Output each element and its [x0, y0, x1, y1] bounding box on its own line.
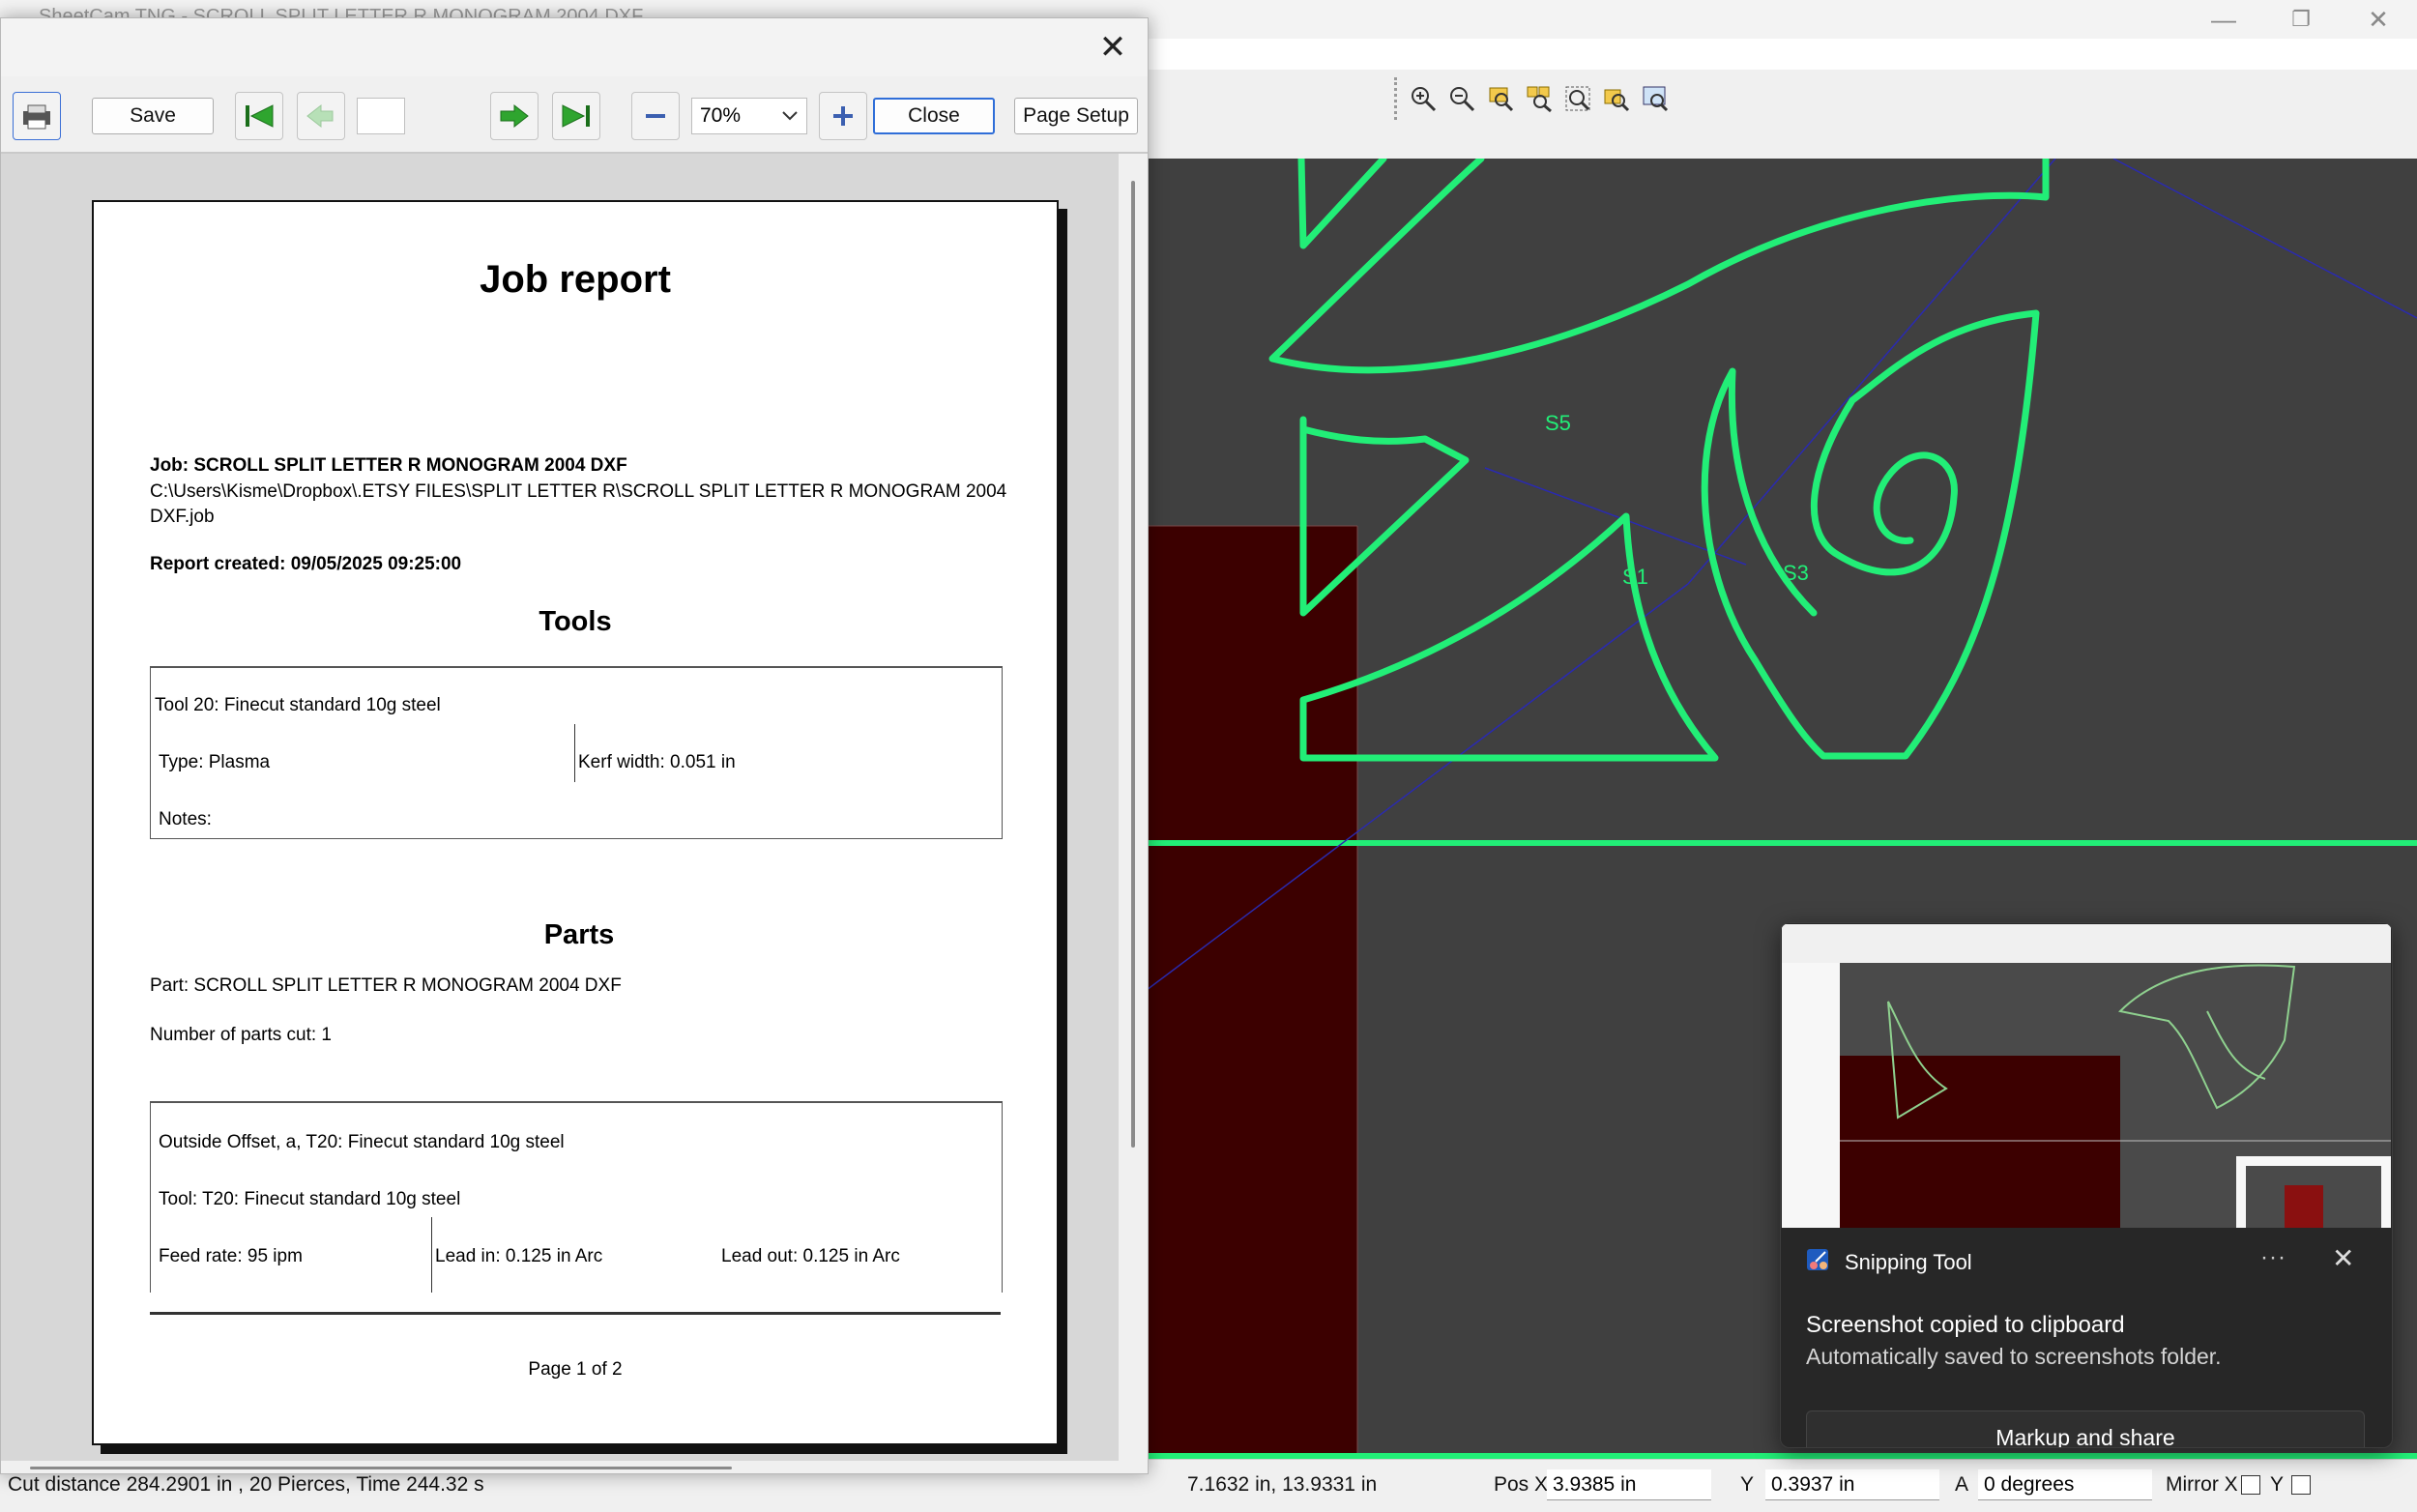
screenshot-thumbnail[interactable] [1782, 924, 2391, 1228]
lead-out: Lead out: 0.125 in Arc [721, 1246, 900, 1266]
snipping-tool-icon [1807, 1249, 1828, 1270]
tool-notes: Notes: [159, 809, 212, 829]
zoom-out-button[interactable] [631, 92, 680, 140]
kerf-width: Kerf width: 0.051 in [578, 752, 736, 772]
chevron-down-icon [782, 111, 798, 121]
tool-table: Tool 20: Finecut standard 10g steel Type… [150, 666, 1003, 839]
toast-body: Automatically saved to screenshots folde… [1806, 1344, 2222, 1369]
part-name: Part: SCROLL SPLIT LETTER R MONOGRAM 200… [150, 975, 622, 996]
start-label-s5: S5 [1545, 411, 1571, 435]
material-sheet [1147, 526, 1357, 1459]
tool-type: Type: Plasma [159, 752, 271, 772]
print-button[interactable] [13, 92, 61, 140]
page-number-input[interactable] [357, 98, 405, 134]
zoom-in-button[interactable] [819, 92, 867, 140]
scrollbar-thumb[interactable] [1131, 181, 1135, 1148]
pos-y-label: Y [1740, 1473, 1755, 1496]
cursor-position-text: 7.1632 in, 13.9331 in [1187, 1473, 1378, 1496]
minimize-button[interactable]: — [2185, 0, 2262, 39]
previous-page-icon [306, 103, 334, 129]
next-page-icon [500, 103, 529, 129]
job-path-line-1: C:\Users\Kisme\Dropbox\.ETSY FILES\SPLIT… [150, 481, 1007, 502]
zoom-level-select[interactable]: 70% [691, 98, 807, 134]
last-page-icon [562, 104, 590, 128]
more-options-icon[interactable]: ··· [2260, 1244, 2286, 1271]
operation-tool: Tool: T20: Finecut standard 10g steel [159, 1189, 461, 1209]
footer-rule [150, 1312, 1001, 1315]
report-page: Job report Job: SCROLL SPLIT LETTER R MO… [92, 200, 1059, 1445]
maximize-button[interactable]: ❐ [2262, 0, 2340, 39]
operation-name: Outside Offset, a, T20: Finecut standard… [159, 1132, 565, 1152]
start-label-s3: S3 [1783, 561, 1809, 585]
preview-vertical-scrollbar[interactable] [1119, 154, 1148, 1461]
pos-x-label: Pos X [1494, 1473, 1549, 1496]
preview-area[interactable]: Job report Job: SCROLL SPLIT LETTER R MO… [1, 154, 1119, 1461]
plus-icon [833, 106, 853, 126]
view-toolbar [1147, 70, 2417, 160]
feed-rate: Feed rate: 95 ipm [159, 1246, 303, 1266]
pos-x-field[interactable] [1547, 1469, 1711, 1500]
mirror-y-label: Y [2270, 1473, 2285, 1496]
close-preview-button[interactable]: Close [873, 98, 995, 134]
printer-icon [23, 104, 50, 130]
column-divider [431, 1217, 432, 1293]
tool-name: Tool 20: Finecut standard 10g steel [155, 695, 441, 715]
toolpath-outlines [1268, 159, 2050, 762]
toast-close-icon[interactable]: ✕ [2332, 1242, 2354, 1274]
preview-horizontal-scrollbar[interactable] [1, 1461, 1148, 1473]
markup-and-share-button[interactable]: Markup and share [1806, 1410, 2365, 1447]
start-label-s1: S1 [1622, 565, 1648, 589]
first-page-icon [246, 104, 274, 128]
job-path-line-2: DXF.job [150, 507, 215, 527]
zoom-parts-icon[interactable] [1523, 82, 1556, 115]
angle-field[interactable] [1978, 1469, 2152, 1500]
angle-label: A [1955, 1473, 1969, 1496]
page-setup-button[interactable]: Page Setup [1014, 98, 1138, 134]
parts-heading: Parts [543, 919, 615, 950]
zoom-fit-icon[interactable] [1561, 82, 1594, 115]
mirror-y-checkbox[interactable] [2291, 1475, 2311, 1495]
report-title: Job report [480, 258, 671, 301]
mirror-x-label: Mirror X [2166, 1473, 2238, 1496]
operation-table: Outside Offset, a, T20: Finecut standard… [150, 1101, 1003, 1293]
zoom-level-value: 70% [700, 104, 742, 127]
column-divider [574, 724, 575, 782]
toast-app-name: Snipping Tool [1845, 1250, 1972, 1274]
mirror-x-checkbox[interactable] [2241, 1475, 2260, 1495]
next-page-button[interactable] [490, 92, 539, 140]
job-name: Job: SCROLL SPLIT LETTER R MONOGRAM 2004… [150, 455, 627, 476]
report-created: Report created: 09/05/2025 09:25:00 [150, 554, 462, 574]
zoom-in-icon[interactable] [1407, 82, 1440, 115]
preview-close-icon[interactable]: ✕ [1092, 26, 1134, 69]
cut-info-text: Cut distance 284.2901 in , 20 Pierces, T… [8, 1473, 484, 1496]
zoom-toolbar [1394, 77, 1672, 120]
lead-in: Lead in: 0.125 in Arc [435, 1246, 603, 1266]
inner-spiral-part [1701, 309, 2040, 760]
previous-page-button[interactable] [297, 92, 345, 140]
print-preview-window: ✕ Save 70% Close Page Setup Job report J… [0, 17, 1149, 1474]
last-page-button[interactable] [552, 92, 600, 140]
snipping-tool-notification[interactable]: Snipping Tool ··· ✕ Screenshot copied to… [1780, 922, 2393, 1448]
top-scroll-part [1268, 159, 2050, 374]
preview-toolbar: Save 70% Close Page Setup [1, 76, 1148, 154]
save-button[interactable]: Save [92, 98, 214, 134]
zoom-selected-icon[interactable] [1600, 82, 1633, 115]
scrollbar-thumb[interactable] [30, 1467, 732, 1469]
minus-icon [646, 114, 665, 118]
zoom-out-icon[interactable] [1445, 82, 1478, 115]
close-app-button[interactable]: ✕ [2340, 0, 2417, 39]
parts-cut-count: Number of parts cut: 1 [150, 1025, 332, 1045]
zoom-window-icon[interactable] [1484, 82, 1517, 115]
toast-title: Screenshot copied to clipboard [1806, 1312, 2125, 1338]
tools-heading: Tools [539, 606, 612, 637]
first-page-button[interactable] [235, 92, 283, 140]
zoom-all-icon[interactable] [1639, 82, 1672, 115]
page-number-label: Page 1 of 2 [528, 1359, 623, 1380]
pos-y-field[interactable] [1765, 1469, 1939, 1500]
